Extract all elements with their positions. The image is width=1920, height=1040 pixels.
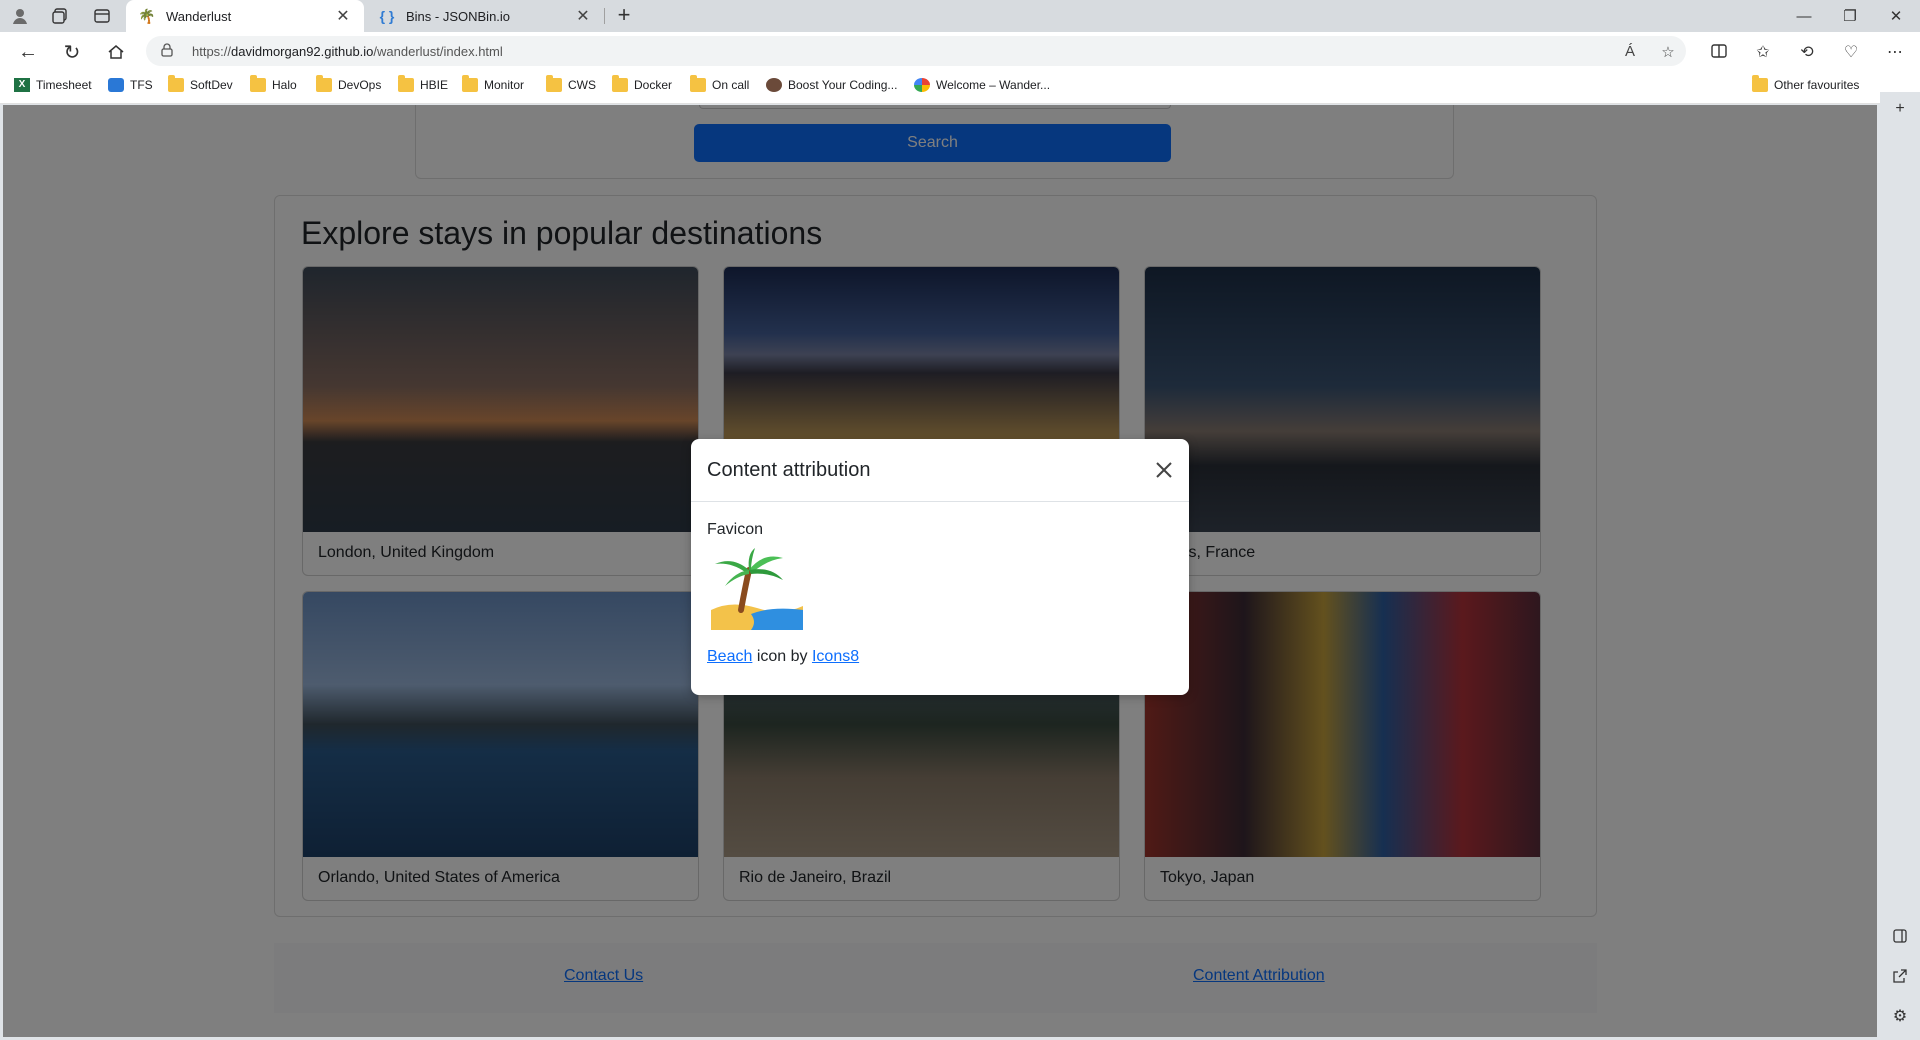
read-aloud-icon[interactable]: Á [1620, 43, 1640, 63]
bookmark-softdev[interactable]: SoftDev [168, 75, 233, 92]
folder-icon [316, 75, 332, 92]
folder-icon [612, 75, 628, 92]
settings-gear-icon[interactable]: ⚙ [1890, 1006, 1910, 1026]
attribution-text: Beach icon by Icons8 [707, 648, 860, 665]
tab-separator [604, 8, 605, 24]
bookmark-halo[interactable]: Halo [250, 75, 297, 92]
bookmark-boost-your-coding[interactable]: Boost Your Coding... [766, 78, 897, 92]
close-tab-icon[interactable]: ✕ [334, 6, 352, 26]
bookmark-timesheet[interactable]: X Timesheet [14, 78, 92, 92]
close-tab-icon[interactable]: ✕ [574, 6, 592, 26]
favicon-heading: Favicon [707, 521, 764, 538]
close-icon[interactable] [1153, 459, 1175, 481]
folder-icon [168, 75, 184, 92]
restore-icon[interactable]: ❐ [1828, 0, 1872, 32]
workspaces-icon[interactable] [48, 4, 72, 28]
content-attribution-modal: Content attribution Favicon Beach icon b… [691, 439, 1189, 695]
beach-link[interactable]: Beach [707, 648, 752, 665]
bookmark-tfs[interactable]: TFS [108, 78, 153, 92]
folder-icon [546, 75, 562, 92]
beach-icon [711, 548, 803, 630]
lock-icon[interactable] [160, 43, 176, 59]
tab-title: Bins - JSONBin.io [406, 8, 511, 24]
bookmark-hbie[interactable]: HBIE [398, 75, 448, 92]
edge-sidebar: + ⚙ [1880, 92, 1920, 1037]
folder-icon [398, 75, 414, 92]
close-window-icon[interactable]: ✕ [1874, 0, 1918, 32]
tab-bar: 🌴 Wanderlust ✕ { } Bins - JSONBin.io ✕ +… [0, 0, 1920, 32]
back-icon[interactable]: ← [14, 38, 42, 66]
split-screen-icon[interactable] [1708, 42, 1730, 64]
more-menu-icon[interactable]: ⋯ [1884, 42, 1906, 64]
modal-title: Content attribution [707, 459, 871, 481]
favorite-star-icon[interactable]: ☆ [1658, 43, 1678, 63]
refresh-icon[interactable]: ↻ [58, 38, 86, 66]
home-icon[interactable] [102, 38, 130, 66]
browser-essentials-icon[interactable]: ♡ [1840, 42, 1862, 64]
bookmark-on-call[interactable]: On call [690, 75, 749, 92]
tab-title: Wanderlust [166, 8, 232, 24]
address-bar: ← ↻ https://davidmorgan92.github.io/wand… [0, 32, 1920, 70]
bookmark-docker[interactable]: Docker [612, 75, 672, 92]
tab-wanderlust[interactable]: 🌴 Wanderlust ✕ [126, 0, 364, 32]
modal-header: Content attribution [691, 439, 1189, 502]
folder-icon [690, 75, 706, 92]
tab-actions-icon[interactable] [90, 4, 114, 28]
new-tab-icon[interactable]: + [612, 4, 636, 28]
icons8-link[interactable]: Icons8 [812, 648, 859, 665]
profile-icon[interactable] [8, 4, 32, 28]
folder-icon [250, 75, 266, 92]
history-icon[interactable]: ⟲ [1796, 42, 1818, 64]
bookmark-welcome-wander[interactable]: Welcome – Wander... [914, 78, 1050, 92]
palm-tree-icon: 🌴 [138, 7, 156, 24]
favorites-icon[interactable]: ✩ [1752, 42, 1774, 64]
bookmark-cws[interactable]: CWS [546, 75, 596, 92]
folder-icon [462, 75, 478, 92]
tab-jsonbin[interactable]: { } Bins - JSONBin.io ✕ [366, 0, 604, 32]
google-cloud-icon [914, 78, 930, 92]
url-input[interactable]: https://davidmorgan92.github.io/wanderlu… [146, 36, 1686, 66]
bookmark-other-favourites[interactable]: Other favourites [1752, 75, 1859, 92]
url-text: https://davidmorgan92.github.io/wanderlu… [192, 44, 503, 59]
avatar-icon [766, 78, 782, 92]
bookmarks-bar: X Timesheet TFS SoftDev Halo DevOps HBIE … [0, 70, 1920, 104]
add-sidebar-icon[interactable]: + [1890, 100, 1910, 120]
bookmark-monitor[interactable]: Monitor [462, 75, 524, 92]
json-braces-icon: { } [379, 8, 395, 24]
page-viewport: Search Explore stays in popular destinat… [3, 105, 1877, 1037]
open-external-icon[interactable] [1890, 968, 1910, 988]
excel-icon: X [14, 78, 30, 92]
tfs-icon [108, 78, 124, 92]
bookmark-devops[interactable]: DevOps [316, 75, 381, 92]
minimize-icon[interactable]: — [1782, 0, 1826, 32]
folder-icon [1752, 75, 1768, 92]
hide-sidebar-icon[interactable] [1890, 928, 1910, 948]
